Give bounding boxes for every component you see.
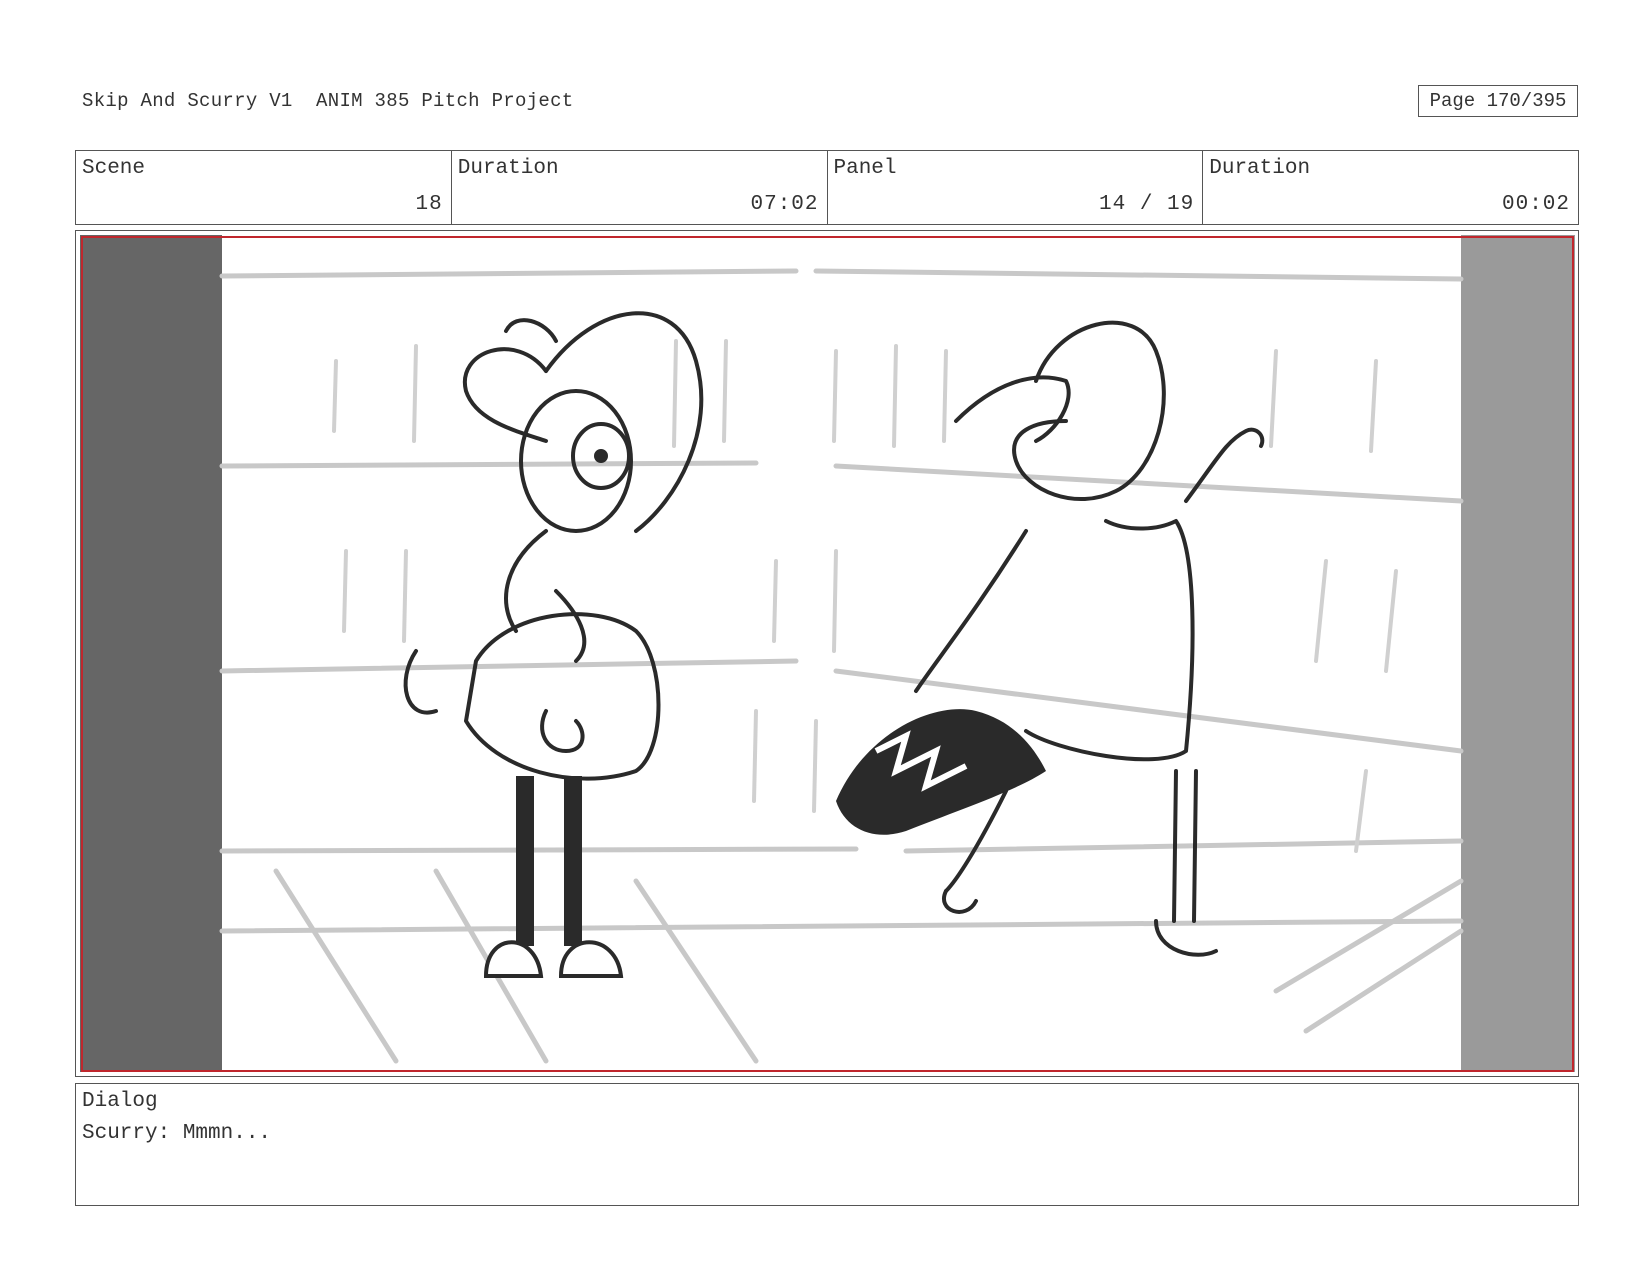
panel-label: Panel	[833, 157, 897, 180]
skip-character-sketch	[914, 320, 1265, 957]
scene-label: Scene	[82, 157, 146, 180]
scene-duration-label: Duration	[457, 157, 559, 180]
storyboard-panel-image	[75, 230, 1579, 1077]
panel-info-table: Scene 18 Duration 07:02 Panel 14 / 19 Du…	[75, 150, 1579, 225]
page-number-box: Page 170/395	[1418, 85, 1578, 117]
scurry-character-sketch	[403, 311, 704, 781]
scene-cell: Scene 18	[76, 151, 452, 224]
scurry-legs	[516, 776, 582, 946]
storyboard-sketch	[80, 235, 1575, 1072]
skip-dark-pants	[836, 709, 1046, 835]
document-title: Skip And Scurry V1 ANIM 385 Pitch Projec…	[82, 90, 574, 112]
scene-duration-cell: Duration 07:02	[452, 151, 828, 224]
panel-value: 14 / 19	[1099, 193, 1195, 216]
left-letterbox-bar	[80, 235, 222, 1072]
scurry-feet	[483, 940, 624, 978]
right-letterbox-bar	[1461, 235, 1575, 1072]
panel-duration-value: 00:02	[1501, 193, 1570, 216]
dialog-text: Scurry: Mmmn...	[82, 1122, 272, 1145]
dialog-box: Dialog Scurry: Mmmn...	[75, 1083, 1579, 1206]
scene-value: 18	[415, 193, 443, 216]
dialog-label: Dialog	[82, 1090, 158, 1113]
panel-cell: Panel 14 / 19	[828, 151, 1204, 224]
panel-duration-label: Duration	[1209, 157, 1311, 180]
panel-duration-cell: Duration 00:02	[1203, 151, 1578, 224]
scene-duration-value: 07:02	[750, 193, 819, 216]
